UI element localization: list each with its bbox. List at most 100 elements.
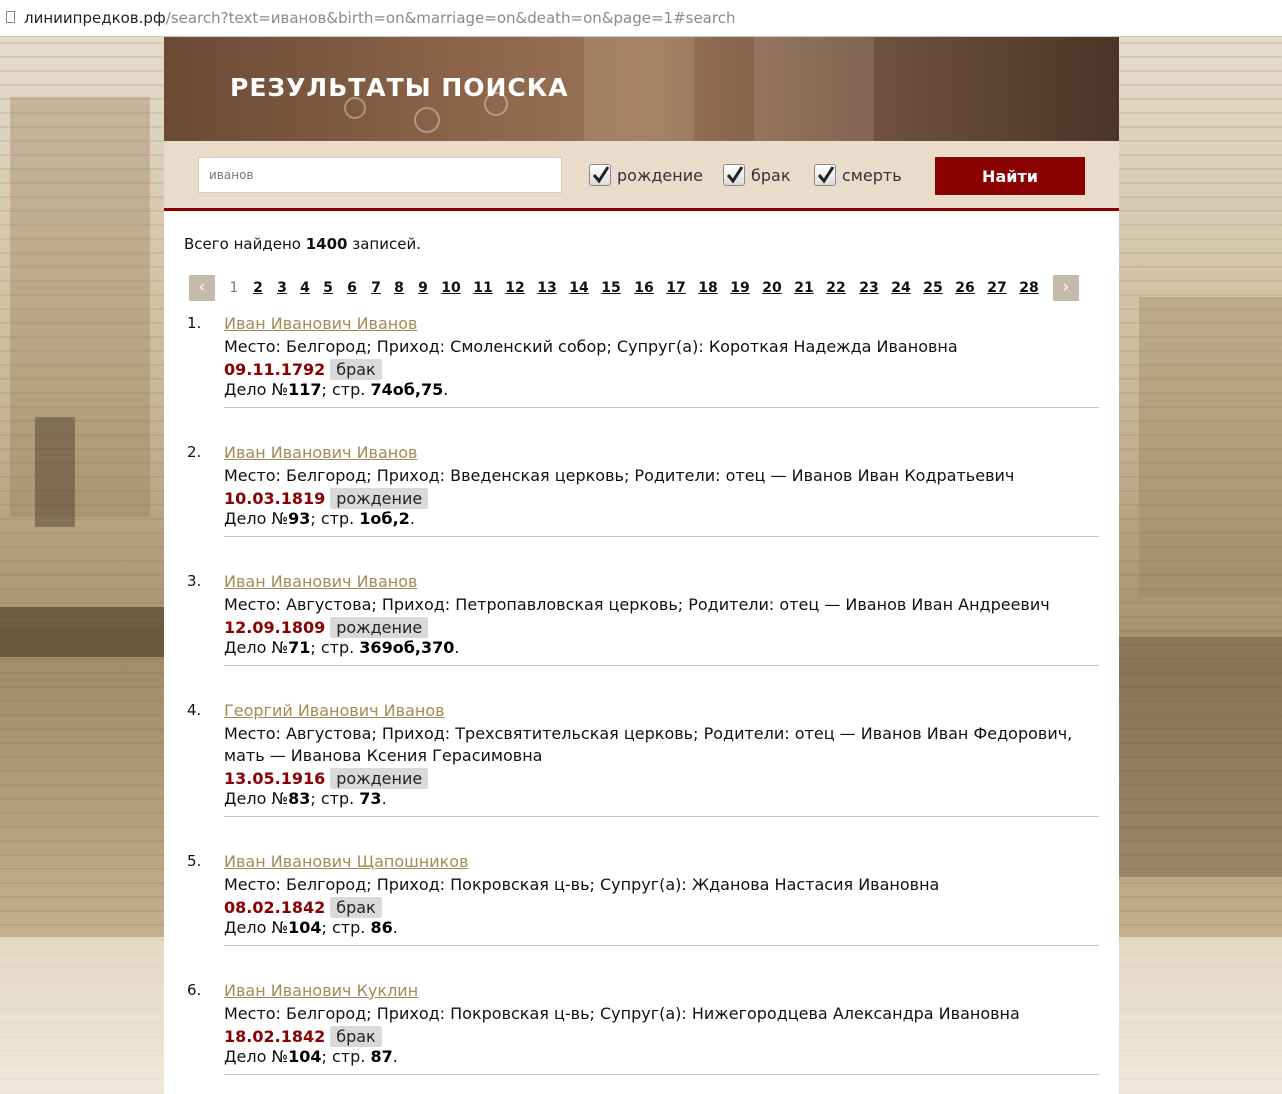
circle-decoration: [414, 107, 440, 133]
checkbox-death[interactable]: [814, 164, 836, 186]
page-link-20[interactable]: 20: [762, 280, 781, 296]
page-link-2[interactable]: 2: [253, 280, 263, 296]
record-name-link[interactable]: Иван Иванович Иванов: [224, 443, 417, 462]
address-bar[interactable]: линиипредков.рф/search?text=иванов&birth…: [0, 0, 1282, 37]
page-link-26[interactable]: 26: [955, 280, 974, 296]
page-prefix: ; стр.: [310, 509, 355, 528]
page-link-12[interactable]: 12: [505, 280, 524, 296]
filter-birth[interactable]: рождение: [589, 162, 703, 188]
checkmark-icon: [592, 166, 610, 184]
page-link-1[interactable]: 1: [230, 280, 239, 296]
page-link-18[interactable]: 18: [698, 280, 717, 296]
record-date: 08.02.1842: [224, 897, 326, 917]
page-link-3[interactable]: 3: [277, 280, 287, 296]
background-right: [1119, 37, 1282, 1094]
record-date: 12.09.1809: [224, 617, 326, 637]
record-name-link[interactable]: Иван Иванович Иванов: [224, 572, 417, 591]
record-name-link[interactable]: Иван Иванович Куклин: [224, 981, 418, 1000]
case-number: 71: [288, 638, 311, 657]
next-page-button[interactable]: ›: [1053, 275, 1079, 301]
record-date-line: 13.05.1916 рождение: [224, 767, 429, 789]
record-date: 10.03.1819: [224, 488, 326, 508]
record-date-line: 08.02.1842 брак: [224, 896, 382, 918]
sign-shape: [0, 607, 164, 657]
find-button[interactable]: Найти: [935, 157, 1085, 195]
record-case: Дело №104; стр. 86.: [224, 918, 398, 937]
main-container: РЕЗУЛЬТАТЫ ПОИСКА иванов рождение брак с…: [164, 37, 1119, 1094]
page-link-28[interactable]: 28: [1019, 280, 1038, 296]
record-divider: [224, 407, 1099, 408]
record-case: Дело №83; стр. 73.: [224, 789, 387, 808]
record-type-badge: брак: [330, 358, 382, 380]
record-type-badge: брак: [330, 1025, 382, 1047]
checkbox-marriage[interactable]: [723, 164, 745, 186]
record-place: Место: Белгород; Приход: Введенская церк…: [224, 466, 1015, 485]
page-link-8[interactable]: 8: [394, 280, 404, 296]
record-date-line: 12.09.1809 рождение: [224, 616, 429, 638]
record-type-badge: рождение: [330, 616, 429, 638]
page-icon: [6, 11, 15, 23]
record-case: Дело №117; стр. 74об,75.: [224, 380, 448, 399]
page-prefix: ; стр.: [310, 638, 355, 657]
filter-marriage[interactable]: брак: [723, 162, 791, 188]
page-link-22[interactable]: 22: [826, 280, 845, 296]
pagination: ‹ › 1 2 3 4 5 6 7 8 9 10 11 12 13 14 15 16 17 18 19 20 21 22 2…: [189, 275, 1079, 301]
case-prefix: Дело №: [224, 789, 289, 808]
page-link-13[interactable]: 13: [537, 280, 556, 296]
record-name-link[interactable]: Иван Иванович Щапошников: [224, 852, 469, 871]
page-title: РЕЗУЛЬТАТЫ ПОИСКА: [230, 73, 569, 102]
page-link-4[interactable]: 4: [300, 280, 310, 296]
page-link-9[interactable]: 9: [418, 280, 428, 296]
page-link-23[interactable]: 23: [859, 280, 878, 296]
page-link-14[interactable]: 14: [569, 280, 588, 296]
case-end: .: [392, 1047, 398, 1066]
record-case: Дело №71; стр. 369об,370.: [224, 638, 459, 657]
page-link-11[interactable]: 11: [473, 280, 492, 296]
record-number: 6.: [187, 981, 202, 999]
url-text[interactable]: линиипредков.рф/search?text=иванов&birth…: [24, 9, 735, 27]
page-link-10[interactable]: 10: [441, 280, 460, 296]
page-link-17[interactable]: 17: [666, 280, 685, 296]
page-number: 1об,2: [359, 509, 410, 528]
page-link-19[interactable]: 19: [730, 280, 749, 296]
page-link-24[interactable]: 24: [891, 280, 910, 296]
page-link-6[interactable]: 6: [347, 280, 357, 296]
summary-prefix: Всего найдено: [184, 235, 301, 253]
record-date-line: 10.03.1819 рождение: [224, 487, 429, 509]
page-prefix: ; стр.: [321, 1047, 366, 1066]
case-number: 117: [288, 380, 322, 399]
background-left: [0, 37, 164, 1094]
record-case: Дело №93; стр. 1об,2.: [224, 509, 415, 528]
record-name-link[interactable]: Георгий Иванович Иванов: [224, 701, 445, 720]
case-end: .: [392, 918, 398, 937]
page-link-21[interactable]: 21: [794, 280, 813, 296]
page-prefix: ; стр.: [310, 789, 355, 808]
page-prefix: ; стр.: [321, 380, 366, 399]
filter-death[interactable]: смерть: [814, 162, 902, 188]
record-date-line: 09.11.1792 брак: [224, 358, 382, 380]
record-type-badge: брак: [330, 896, 382, 918]
checkbox-birth[interactable]: [589, 164, 611, 186]
case-end: .: [443, 380, 449, 399]
record-name-link[interactable]: Иван Иванович Иванов: [224, 314, 417, 333]
building-shape: [10, 97, 150, 517]
page-link-15[interactable]: 15: [601, 280, 620, 296]
record-type-badge: рождение: [330, 767, 429, 789]
page-link-25[interactable]: 25: [923, 280, 942, 296]
page-link-7[interactable]: 7: [371, 280, 381, 296]
building-shape: [1139, 297, 1282, 597]
record-date-line: 18.02.1842 брак: [224, 1025, 382, 1047]
url-path: /search?text=иванов&birth=on&marriage=on…: [165, 9, 736, 27]
header-banner: РЕЗУЛЬТАТЫ ПОИСКА: [164, 37, 1119, 141]
page-link-5[interactable]: 5: [323, 280, 333, 296]
record-divider: [224, 945, 1099, 946]
page-link-16[interactable]: 16: [634, 280, 653, 296]
case-prefix: Дело №: [224, 1047, 289, 1066]
search-input[interactable]: иванов: [198, 157, 562, 193]
page-link-27[interactable]: 27: [987, 280, 1006, 296]
prev-page-button[interactable]: ‹: [189, 275, 215, 301]
case-end: .: [454, 638, 460, 657]
case-number: 104: [288, 1047, 322, 1066]
case-number: 93: [288, 509, 311, 528]
trees-shape: [1119, 637, 1282, 877]
